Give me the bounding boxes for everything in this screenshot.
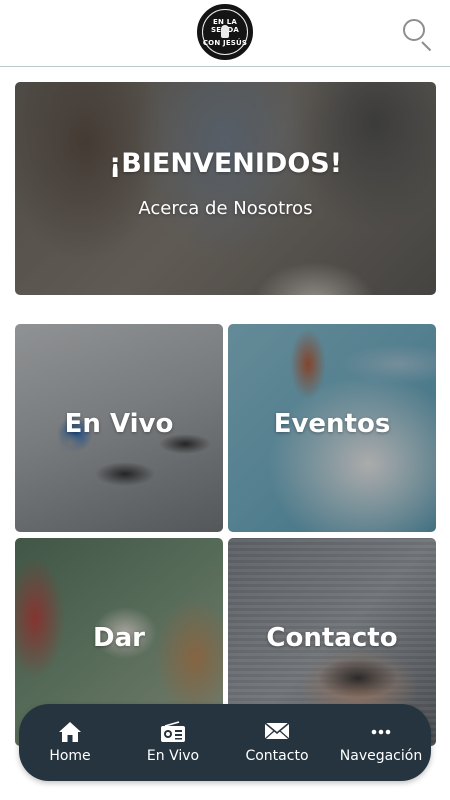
welcome-title: ¡BIENVENIDOS! — [108, 148, 343, 179]
nav-label-contacto: Contacto — [245, 748, 309, 764]
tile-label-en-vivo: En Vivo — [64, 409, 174, 439]
search-icon-handle — [421, 41, 432, 52]
mail-icon — [264, 722, 290, 740]
nav-item-home[interactable]: Home — [30, 704, 110, 781]
app-logo[interactable]: EN LA SENDA CON JESÚS — [197, 4, 253, 60]
more-icon — [371, 729, 391, 735]
search-icon[interactable] — [400, 16, 434, 52]
welcome-banner[interactable]: ¡BIENVENIDOS! Acerca de Nosotros — [15, 82, 436, 295]
nav-item-en-vivo[interactable]: En Vivo — [132, 704, 214, 781]
home-icon — [59, 722, 81, 742]
app-header: EN LA SENDA CON JESÚS — [0, 0, 450, 67]
bottom-navigation: Home En Vivo Contacto Navegación — [19, 704, 431, 781]
nav-label-home: Home — [49, 748, 91, 764]
radio-icon — [161, 721, 185, 742]
tile-label-dar: Dar — [93, 623, 145, 653]
microphone-icon — [221, 25, 229, 38]
nav-label-navegacion: Navegación — [339, 748, 423, 764]
nav-label-en-vivo: En Vivo — [146, 748, 200, 764]
about-us-link[interactable]: Acerca de Nosotros — [15, 198, 436, 219]
nav-item-navegacion[interactable]: Navegación — [333, 704, 429, 781]
tile-eventos[interactable]: Eventos — [228, 324, 436, 532]
tile-label-eventos: Eventos — [273, 409, 391, 439]
tile-en-vivo[interactable]: En Vivo — [15, 324, 223, 532]
search-icon-ring — [403, 19, 425, 41]
tile-label-contacto: Contacto — [266, 623, 398, 653]
logo-text-bottom: CON JESÚS — [202, 39, 248, 47]
nav-item-contacto[interactable]: Contacto — [232, 704, 322, 781]
